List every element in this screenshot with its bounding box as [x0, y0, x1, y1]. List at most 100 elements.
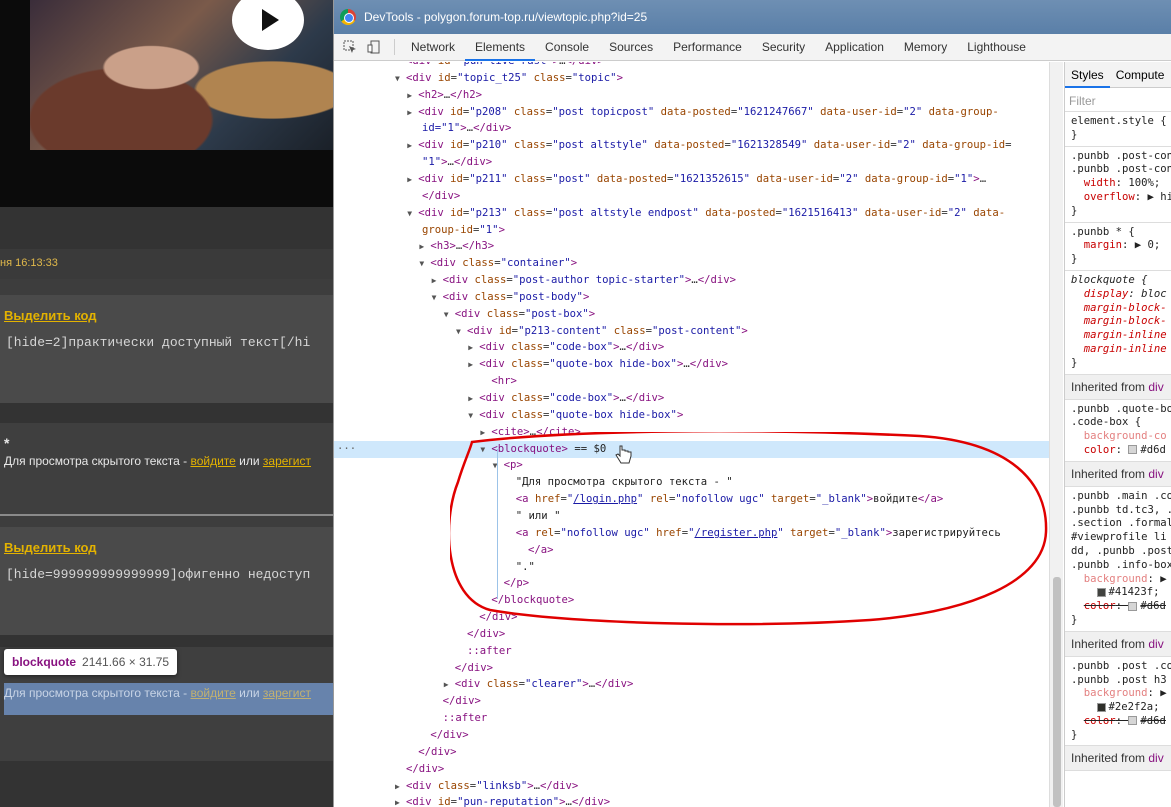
dom-node[interactable]: ▼ <div class="post-body"> — [334, 289, 1049, 307]
tab-computed[interactable]: Compute — [1110, 68, 1171, 82]
tab-console[interactable]: Console — [535, 34, 599, 61]
dom-node[interactable]: </a> — [334, 542, 1049, 559]
styles-filter-input[interactable]: Filter — [1065, 88, 1171, 112]
dom-node[interactable]: <a href="/login.php" rel="nofollow ugc" … — [334, 491, 1049, 508]
expand-arrow-icon[interactable]: ▶ — [444, 677, 455, 694]
dom-node[interactable]: </div> — [334, 626, 1049, 643]
dom-node[interactable]: </div> — [334, 609, 1049, 626]
dom-node[interactable]: <a rel="nofollow ugc" href="/register.ph… — [334, 525, 1049, 542]
tab-performance[interactable]: Performance — [663, 34, 752, 61]
video-player[interactable] — [0, 0, 333, 207]
dom-node[interactable]: ▶ <h2>…</h2> — [334, 87, 1049, 105]
dom-node[interactable]: "1">…</div> — [334, 154, 1049, 171]
elements-tree[interactable]: <div id="pun-live-rast">…</div>▼<div id=… — [334, 62, 1049, 807]
dom-node[interactable]: ▼ <p> — [334, 457, 1049, 475]
dom-node[interactable]: ▼ <div id="p213" class="post altstyle end… — [334, 205, 1049, 223]
expand-arrow-icon[interactable]: ▶ — [468, 391, 479, 408]
register-link[interactable]: зарегист — [263, 454, 311, 468]
play-icon — [262, 9, 279, 31]
elements-scrollbar[interactable] — [1049, 62, 1063, 807]
expand-arrow-icon[interactable]: ▶ — [468, 357, 479, 374]
expand-arrow-icon[interactable]: ▶ — [395, 779, 406, 796]
tab-elements[interactable]: Elements — [465, 34, 536, 61]
tab-styles[interactable]: Styles — [1065, 62, 1110, 88]
dom-node[interactable]: ▼ <div class="post-box"> — [334, 306, 1049, 324]
dom-node[interactable]: ▶ <h3>…</h3> — [334, 238, 1049, 256]
expand-arrow-icon[interactable]: ▶ — [407, 88, 418, 105]
collapse-arrow-icon[interactable]: ▼ — [493, 458, 504, 475]
dom-node[interactable]: ▶ <div class="linksb">…</div> — [334, 778, 1049, 796]
select-code-link[interactable]: Выделить код — [4, 540, 97, 555]
expand-arrow-icon[interactable]: ▶ — [419, 239, 430, 256]
tab-sources[interactable]: Sources — [599, 34, 663, 61]
expand-arrow-icon[interactable]: ▶ — [432, 273, 443, 290]
login-link[interactable]: войдите — [190, 686, 235, 700]
dom-node[interactable]: <hr> — [334, 373, 1049, 390]
dom-node[interactable]: ::after — [334, 710, 1049, 727]
dom-node[interactable]: ▼ <div class="container"> — [334, 255, 1049, 273]
collapse-arrow-icon[interactable]: ▼ — [419, 256, 430, 273]
inspect-element-icon[interactable] — [342, 39, 358, 55]
dom-node[interactable]: ::after — [334, 643, 1049, 660]
dom-node[interactable]: </div> — [334, 660, 1049, 677]
collapse-arrow-icon[interactable]: ▼ — [407, 206, 418, 223]
expand-arrow-icon[interactable]: ▶ — [407, 105, 418, 122]
expand-arrow-icon[interactable]: ▶ — [407, 172, 418, 189]
expand-arrow-icon[interactable]: ▶ — [407, 138, 418, 155]
expand-arrow-icon[interactable]: ▶ — [480, 425, 491, 442]
expand-arrow-icon[interactable]: ▶ — [395, 795, 406, 807]
collapse-arrow-icon[interactable]: ▼ — [444, 307, 455, 324]
inherited-from-header: Inherited from div — [1065, 374, 1171, 400]
tab-security[interactable]: Security — [752, 34, 815, 61]
dom-node-selected[interactable]: ▼ <blockquote> == $0 ··· — [334, 440, 1049, 459]
dom-node[interactable]: </div> — [334, 761, 1049, 778]
dom-node[interactable]: id="1">…</div> — [334, 120, 1049, 137]
collapse-arrow-icon[interactable]: ▼ — [432, 290, 443, 307]
dom-node[interactable]: </div> — [334, 744, 1049, 761]
dom-node[interactable]: </div> — [334, 727, 1049, 744]
tab-network[interactable]: Network — [401, 34, 465, 61]
dom-node[interactable]: " или " — [334, 508, 1049, 525]
dom-node[interactable]: <div id="pun-live-rast">…</div> — [334, 62, 1049, 70]
dom-node-markup: <div class="linksb">…</div> — [406, 779, 579, 792]
dom-node[interactable]: ▼ <div class="quote-box hide-box"> — [334, 407, 1049, 425]
dom-node[interactable]: </div> — [334, 693, 1049, 710]
dom-node[interactable]: ▶ <div class="code-box">…</div> — [334, 390, 1049, 408]
collapse-arrow-icon[interactable]: ▼ — [456, 324, 467, 341]
scrollbar-thumb[interactable] — [1053, 577, 1061, 807]
dom-node[interactable]: ▶ <div class="code-box">…</div> — [334, 339, 1049, 357]
dom-node[interactable]: ▼ <div id="topic_t25" class="topic"> — [334, 70, 1049, 88]
dom-node[interactable]: </p> — [334, 575, 1049, 592]
dom-node[interactable]: ▶ <div id="p208" class="post topicpost" d… — [334, 104, 1049, 122]
dom-node[interactable]: ▶ <div id="pun-reputation">…</div> — [334, 794, 1049, 807]
collapse-arrow-icon[interactable]: ▼ — [468, 408, 479, 425]
tab-memory[interactable]: Memory — [894, 34, 957, 61]
collapse-arrow-icon[interactable]: ▼ — [395, 71, 406, 88]
dom-node[interactable]: ▶ <cite>…</cite> — [334, 424, 1049, 442]
login-link[interactable]: войдите — [190, 454, 235, 468]
tab-lighthouse[interactable]: Lighthouse — [957, 34, 1036, 61]
expand-arrow-icon[interactable]: ▶ — [468, 340, 479, 357]
dom-node[interactable]: group-id="1"> — [334, 222, 1049, 239]
dom-node-markup: </div> — [479, 611, 518, 624]
dom-node-markup: <div id="pun-reputation">…</div> — [406, 796, 611, 807]
dom-node[interactable]: ▶ <div id="p210" class="post altstyle" da… — [334, 137, 1049, 155]
dom-node[interactable]: ▶ <div class="quote-box hide-box">…</div> — [334, 356, 1049, 374]
dom-node[interactable]: ▶ <div class="clearer">…</div> — [334, 676, 1049, 694]
node-menu-icon[interactable]: ··· — [337, 441, 356, 458]
register-link[interactable]: зарегист — [263, 686, 311, 700]
dom-node[interactable]: ▶ <div id="p211" class="post" data-posted… — [334, 171, 1049, 189]
dom-node[interactable]: "Для просмотра скрытого текста - " — [334, 474, 1049, 491]
dom-node-markup: <div class="code-box">…</div> — [479, 341, 665, 354]
dom-node[interactable]: </blockquote> — [334, 592, 1049, 609]
select-code-link[interactable]: Выделить код — [4, 308, 97, 323]
dom-node-markup: id="1">…</div> — [422, 122, 512, 135]
dom-node[interactable]: ▶ <div class="post-author topic-starter">… — [334, 272, 1049, 290]
collapse-arrow-icon[interactable]: ▼ — [480, 442, 491, 459]
tab-application[interactable]: Application — [815, 34, 894, 61]
device-toolbar-icon[interactable] — [366, 39, 382, 55]
dom-node[interactable]: </div> — [334, 188, 1049, 205]
dom-node[interactable]: ▼ <div id="p213-content" class="post-cont… — [334, 323, 1049, 341]
inherited-from-header: Inherited from div — [1065, 461, 1171, 487]
dom-node[interactable]: "." — [334, 559, 1049, 576]
